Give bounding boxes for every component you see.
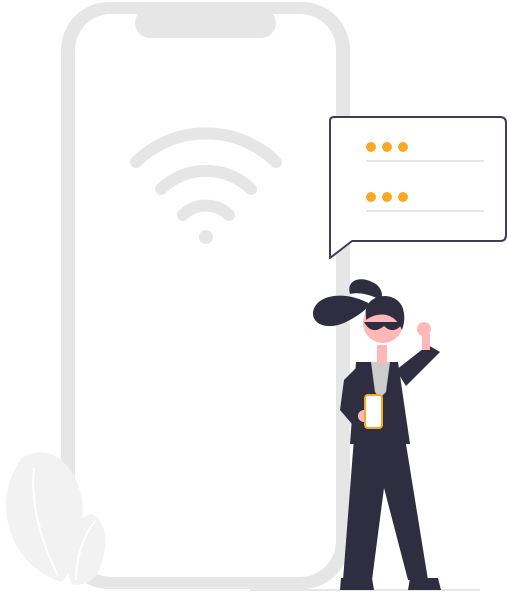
hair-bun [349, 279, 382, 300]
ponytail [312, 295, 370, 327]
chat-dot [366, 192, 376, 202]
raised-hand [417, 322, 431, 336]
wifi-chat-illustration [6, 2, 507, 591]
held-phone [364, 394, 383, 429]
chat-line [366, 210, 484, 212]
chat-dot [398, 142, 408, 152]
trousers [343, 438, 428, 580]
phone-notch [135, 8, 276, 38]
phone-screen [75, 14, 336, 577]
wifi-dot [199, 230, 213, 244]
raised-arm [396, 345, 440, 386]
smartphone [61, 2, 350, 589]
chat-dot [366, 142, 376, 152]
chat-dot [382, 142, 392, 152]
chat-line [366, 160, 484, 162]
chat-dot [382, 192, 392, 202]
chat-bubble [329, 116, 507, 259]
raised-wrist [422, 334, 430, 350]
chat-bubble-outline [329, 116, 507, 259]
neck [377, 345, 387, 363]
chat-dot [398, 192, 408, 202]
